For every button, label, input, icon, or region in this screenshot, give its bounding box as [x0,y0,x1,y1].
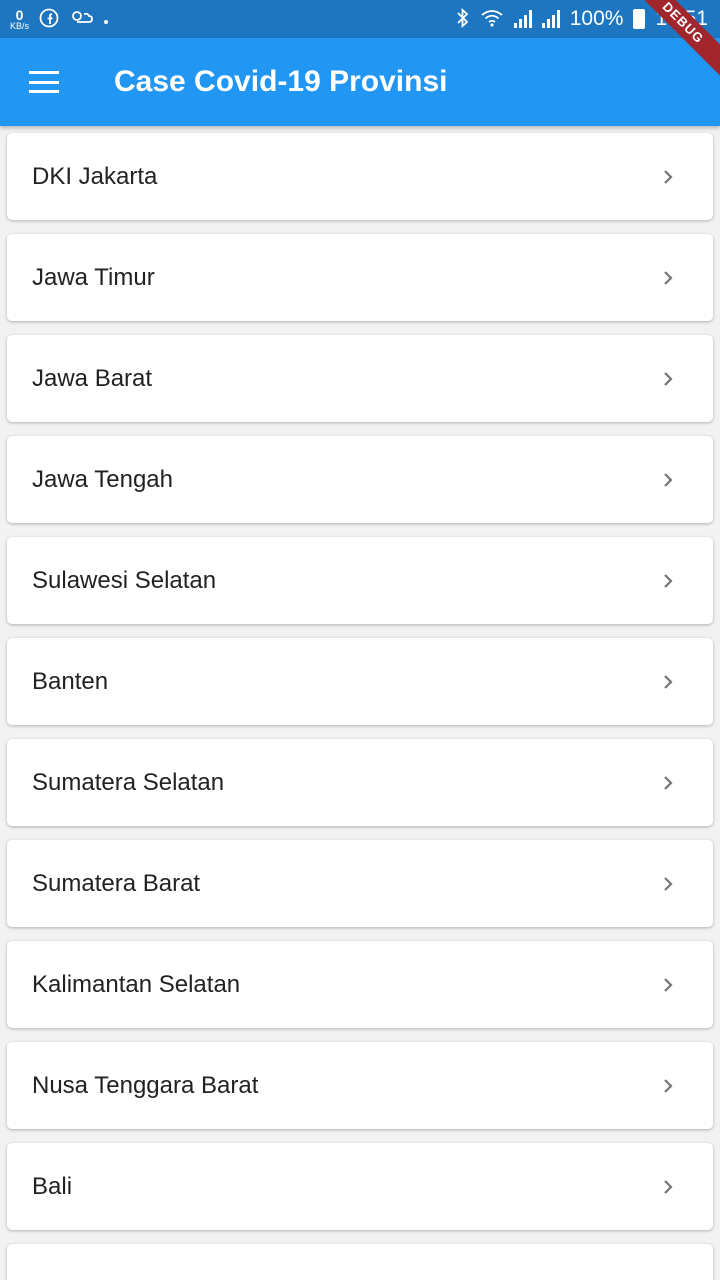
chevron-right-icon [664,371,673,386]
province-label: Nusa Tenggara Barat [32,1071,259,1099]
chevron-right-icon [664,573,673,588]
province-label: Sumatera Selatan [32,768,225,796]
app-bar: Case Covid-19 Provinsi [0,38,720,126]
province-item-dki-jakarta[interactable]: DKI Jakarta [7,133,713,220]
status-bar-left: 0 KB/s [10,8,109,31]
facebook-icon [39,8,59,31]
chevron-right-icon [664,472,673,487]
province-item-bali[interactable]: Bali [7,1143,713,1230]
chevron-right-icon [664,1078,673,1093]
chevron-right-icon [664,674,673,689]
bluetooth-icon [456,7,470,31]
province-label: Kalimantan Selatan [32,970,241,998]
battery-percent: 100% [569,7,624,30]
province-item-jawa-timur[interactable]: Jawa Timur [7,234,713,321]
province-label: Sumatera Barat [32,869,201,897]
signal-icon [541,10,560,28]
province-item-partial[interactable] [7,1244,713,1280]
network-speed: 0 KB/s [10,8,29,31]
wifi-icon [480,8,504,31]
status-bar: 0 KB/s 100% 18:51 [0,0,720,38]
chevron-right-icon [664,775,673,790]
province-item-sumatera-selatan[interactable]: Sumatera Selatan [7,739,713,826]
province-label: Sulawesi Selatan [32,566,217,594]
province-label: Jawa Tengah [32,465,173,493]
battery-icon [633,9,646,29]
province-item-jawa-tengah[interactable]: Jawa Tengah [7,436,713,523]
province-label: Banten [32,667,109,695]
province-label: Jawa Barat [32,364,153,392]
province-label: Jawa Timur [32,263,155,291]
page-title: Case Covid-19 Provinsi [114,65,448,98]
province-label: Bali [32,1172,73,1200]
province-list[interactable]: DKI Jakarta Jawa Timur Jawa Barat Jawa T… [0,126,720,1280]
province-item-kalimantan-selatan[interactable]: Kalimantan Selatan [7,941,713,1028]
province-item-sulawesi-selatan[interactable]: Sulawesi Selatan [7,537,713,624]
network-speed-value: 0 [15,6,24,23]
weather-icon [69,8,93,31]
chevron-right-icon [664,169,673,184]
province-label: DKI Jakarta [32,162,158,190]
province-item-sumatera-barat[interactable]: Sumatera Barat [7,840,713,927]
province-item-banten[interactable]: Banten [7,638,713,725]
menu-button[interactable] [0,38,88,126]
chevron-right-icon [664,977,673,992]
province-item-nusa-tenggara-barat[interactable]: Nusa Tenggara Barat [7,1042,713,1129]
hamburger-menu-icon [29,71,59,93]
dot-icon [103,10,109,28]
chevron-right-icon [664,270,673,285]
signal-icon [513,10,532,28]
chevron-right-icon [664,876,673,891]
province-item-jawa-barat[interactable]: Jawa Barat [7,335,713,422]
chevron-right-icon [664,1179,673,1194]
network-speed-unit: KB/s [10,20,30,31]
